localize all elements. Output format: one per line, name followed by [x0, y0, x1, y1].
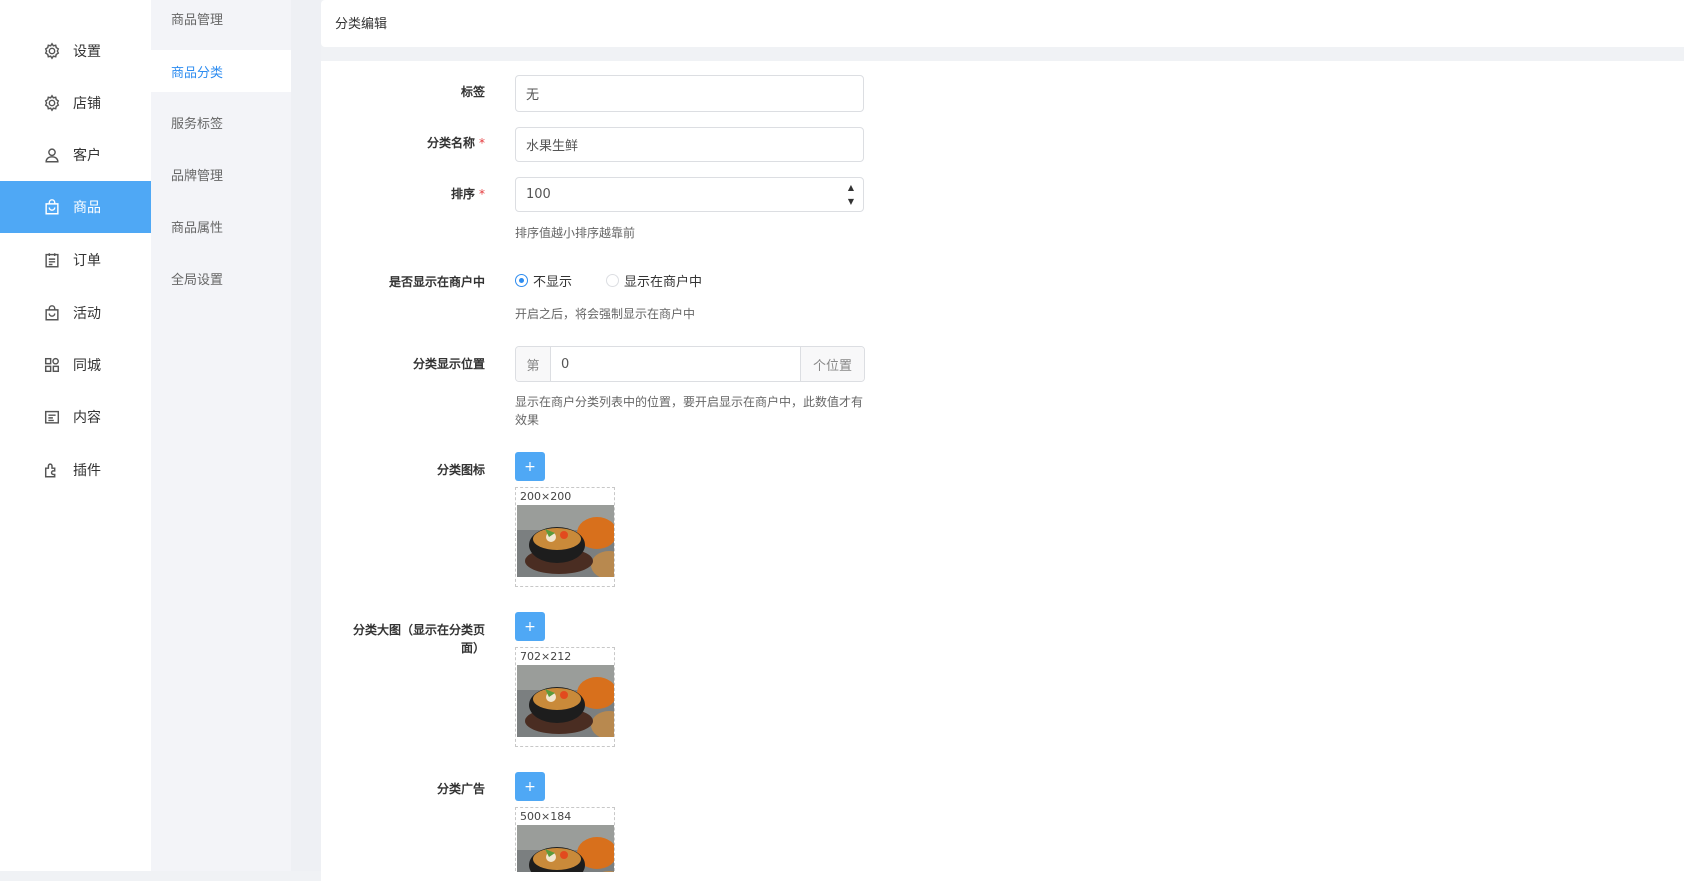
- sort-hint: 排序值越小排序越靠前: [515, 226, 636, 240]
- nav-item-store[interactable]: 店铺: [0, 77, 151, 129]
- add-category-banner-button[interactable]: +: [515, 612, 545, 641]
- primary-sidebar: 设置 店铺 客户 商品 订单 活动 同城 内容 插件: [0, 0, 151, 871]
- nav-item-local[interactable]: 同城: [0, 339, 151, 391]
- subnav-label: 商品分类: [171, 65, 224, 81]
- tag-label: 标签: [460, 85, 485, 99]
- page-header: 分类编辑: [321, 0, 1684, 47]
- add-category-icon-button[interactable]: +: [515, 452, 545, 481]
- nav-item-activities[interactable]: 活动: [0, 287, 151, 339]
- category-banner-label: 分类大图（显示在分类页 面）: [353, 621, 485, 657]
- category-name-input[interactable]: 水果生鲜: [515, 127, 864, 162]
- gear-icon: [42, 41, 62, 61]
- tag-field[interactable]: 无: [515, 75, 864, 112]
- nav-item-label: 活动: [73, 306, 101, 322]
- nav-item-label: 订单: [73, 253, 101, 269]
- radio-show-in-store[interactable]: 显示在商户中: [606, 271, 702, 290]
- subnav-label: 品牌管理: [171, 168, 224, 184]
- category-banner-upload[interactable]: 702×212: [515, 647, 615, 747]
- subnav-product-category[interactable]: 商品分类: [151, 50, 291, 92]
- sort-label: 排序 *: [451, 185, 485, 202]
- category-banner-label-line1: 分类大图（显示在分类页: [352, 623, 485, 637]
- subnav-label: 服务标签: [171, 116, 224, 132]
- nav-item-label: 店铺: [73, 96, 101, 112]
- nav-item-customers[interactable]: 客户: [0, 129, 151, 181]
- nav-item-label: 商品: [73, 200, 101, 216]
- subnav-label: 全局设置: [171, 272, 224, 288]
- banner-size-hint: 702×212: [520, 650, 572, 663]
- category-icon-label: 分类图标: [436, 463, 485, 477]
- position-hint-line2: 效果: [515, 413, 540, 427]
- nav-item-label: 客户: [73, 148, 101, 164]
- nav-item-settings[interactable]: 设置: [0, 25, 151, 77]
- required-mark: *: [479, 136, 485, 150]
- add-category-ad-button[interactable]: +: [515, 772, 545, 801]
- subnav-label: 商品属性: [171, 220, 224, 236]
- nav-item-content[interactable]: 内容: [0, 391, 151, 443]
- category-icon-image: [517, 505, 614, 577]
- radio-dot: [606, 274, 619, 287]
- category-banner-label-line2: 面）: [460, 641, 485, 655]
- secondary-sidebar: 商品管理 商品分类 服务标签 品牌管理 商品属性 全局设置: [151, 0, 291, 871]
- position-suffix: 个位置: [800, 347, 864, 381]
- content-gutter: [291, 0, 321, 871]
- category-name-label: 分类名称 *: [427, 134, 485, 151]
- nav-item-orders[interactable]: 订单: [0, 234, 151, 286]
- nav-item-label: 同城: [73, 358, 101, 374]
- subnav-service-tags[interactable]: 服务标签: [151, 101, 291, 143]
- category-banner-image: [517, 665, 614, 737]
- show-in-store-hint: 开启之后，将会强制显示在商户中: [515, 307, 696, 321]
- display-position-input[interactable]: 0: [551, 347, 800, 381]
- gear-icon: [42, 93, 62, 113]
- nav-item-plugins[interactable]: 插件: [0, 444, 151, 496]
- position-prefix: 第: [516, 347, 551, 381]
- tag-value: 无: [526, 88, 540, 103]
- grid-icon: [42, 355, 62, 375]
- nav-item-label: 内容: [73, 410, 101, 426]
- bag-icon: [42, 197, 62, 217]
- stepper-up-icon[interactable]: ▲: [848, 181, 854, 194]
- subnav-global-settings[interactable]: 全局设置: [151, 257, 291, 299]
- category-ad-label: 分类广告: [436, 782, 485, 796]
- bag-icon: [42, 303, 62, 323]
- calendar-icon: [42, 250, 62, 270]
- document-icon: [42, 407, 62, 427]
- user-icon: [42, 145, 62, 165]
- puzzle-icon: [42, 460, 62, 480]
- subnav-product-management[interactable]: 商品管理: [151, 0, 291, 39]
- stepper-down-icon[interactable]: ▼: [848, 195, 854, 208]
- nav-item-label: 插件: [73, 463, 101, 479]
- sort-label-text: 排序: [450, 187, 475, 201]
- subnav-label: 商品管理: [171, 12, 224, 28]
- sort-stepper[interactable]: ▲ ▼: [845, 181, 857, 208]
- radio-hide[interactable]: 不显示: [515, 271, 572, 290]
- category-icon-upload[interactable]: 200×200: [515, 487, 615, 587]
- show-in-store-label: 是否显示在商户中: [388, 275, 485, 289]
- sort-value: 100: [526, 187, 551, 202]
- category-ad-image: [517, 825, 614, 872]
- category-ad-upload[interactable]: 500×184: [515, 807, 615, 872]
- radio-dot: [515, 274, 528, 287]
- radio-hide-label: 不显示: [533, 275, 573, 290]
- ad-size-hint: 500×184: [520, 810, 572, 823]
- nav-item-label: 设置: [73, 44, 101, 60]
- icon-size-hint: 200×200: [520, 490, 572, 503]
- radio-show-label: 显示在商户中: [624, 275, 703, 290]
- nav-item-products[interactable]: 商品: [0, 181, 151, 233]
- required-mark: *: [479, 187, 485, 201]
- display-position-label: 分类显示位置: [412, 357, 485, 371]
- subnav-brand-management[interactable]: 品牌管理: [151, 153, 291, 195]
- page-title: 分类编辑: [335, 17, 388, 32]
- position-hint-line1: 显示在商户分类列表中的位置，要开启显示在商户中，此数值才有: [515, 395, 864, 409]
- subnav-product-attributes[interactable]: 商品属性: [151, 205, 291, 247]
- display-position-input-group: 第 0 个位置: [515, 346, 865, 382]
- category-name-label-text: 分类名称: [426, 136, 475, 150]
- category-name-value: 水果生鲜: [526, 139, 579, 154]
- sort-input[interactable]: 100 ▲ ▼: [515, 177, 864, 212]
